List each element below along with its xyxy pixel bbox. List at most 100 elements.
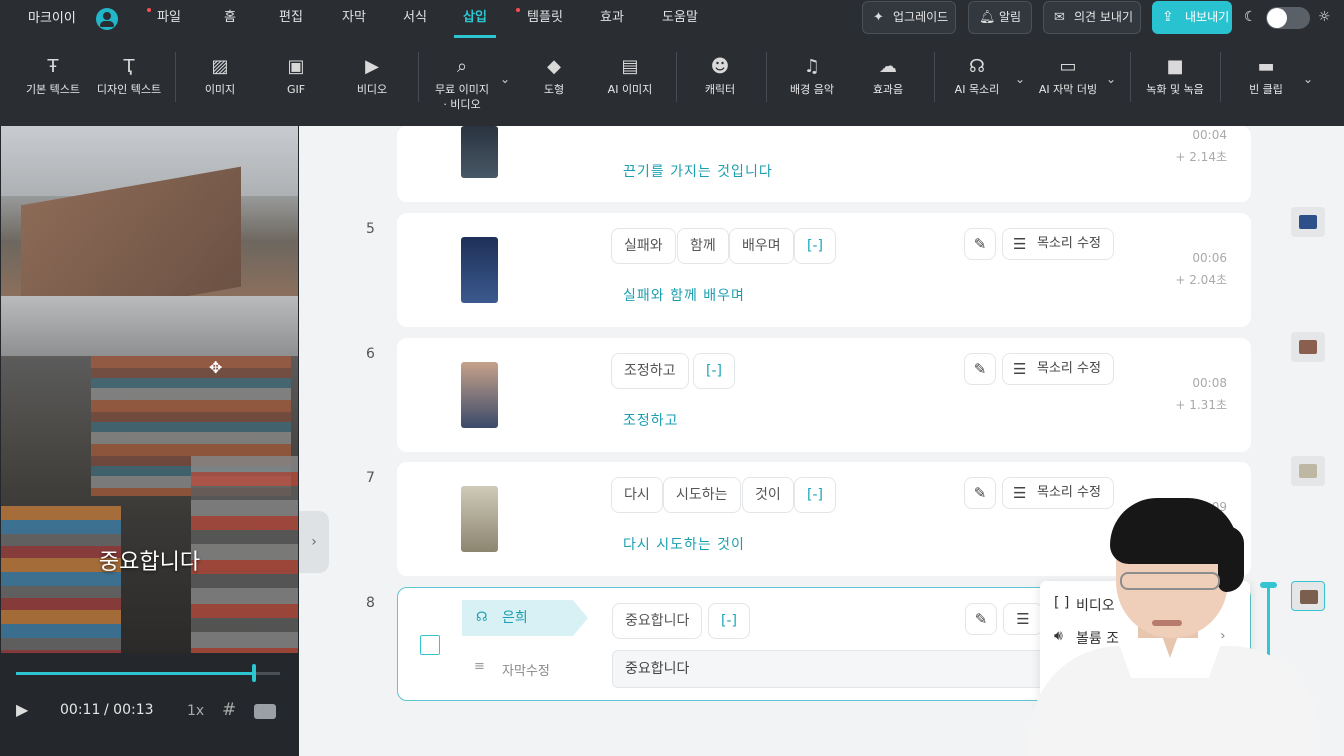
playback-progress[interactable]: [16, 664, 280, 682]
grid-icon[interactable]: #: [222, 700, 236, 720]
image-icon: ▨: [211, 56, 229, 77]
scene-duration: + 2.14초: [1175, 150, 1227, 164]
tool-basic-text[interactable]: Ŧ 기본 텍스트: [22, 52, 84, 118]
word-chip[interactable]: 중요합니다: [612, 603, 703, 639]
chevron-right-icon: ›: [311, 534, 317, 550]
feedback-button[interactable]: ✉ 의견 보내기: [1043, 1, 1141, 34]
word-chip[interactable]: 시도하는: [663, 477, 741, 513]
tool-record[interactable]: ■ 녹화 및 녹음: [1142, 52, 1208, 118]
menu-edit[interactable]: 편집: [274, 0, 308, 38]
menu-format[interactable]: 서식: [398, 0, 432, 38]
tool-bg-music[interactable]: ♫ 배경 음악: [784, 52, 840, 118]
scene-card[interactable]: 조정하고 [-] ✎ ☰ 목소리 수정 조정하고 00:08 + 1.31초: [397, 338, 1251, 452]
speed-button[interactable]: 1x: [187, 703, 204, 719]
tool-image[interactable]: ▨ 이미지: [196, 52, 244, 118]
subtitle-edit-input[interactable]: 중요합니다: [612, 650, 1072, 688]
scene-thumbnail[interactable]: [461, 126, 498, 178]
tool-ai-dubbing[interactable]: ▭ AI 자막 더빙: [1034, 52, 1102, 118]
notification-label: 알림: [999, 10, 1022, 24]
tool-blank-clip[interactable]: ▬ 빈 클립: [1240, 52, 1292, 118]
chevron-down-icon[interactable]: ⌄: [500, 72, 510, 86]
tool-sound-effect[interactable]: ☁ 효과음: [864, 52, 912, 118]
word-chip[interactable]: 실패와: [611, 228, 676, 264]
theme-toggle[interactable]: [1266, 7, 1310, 29]
scene-thumbnail[interactable]: [461, 486, 498, 552]
scene-thumbnail[interactable]: [461, 362, 498, 428]
bell-icon: 🔔︎: [979, 10, 996, 25]
pause-chip[interactable]: [-]: [794, 228, 836, 264]
voice-edit-button[interactable]: ☰ 목소리 수정: [1002, 228, 1114, 260]
export-button[interactable]: ⇪ 내보내기: [1152, 1, 1232, 34]
sliders-icon: ☰: [1013, 360, 1027, 378]
menu-home[interactable]: 홈: [218, 0, 242, 38]
tool-design-text[interactable]: Ҭ 디자인 텍스트: [94, 52, 164, 118]
word-chip[interactable]: 배우며: [729, 228, 794, 264]
side-thumbnail[interactable]: [1291, 456, 1325, 486]
export-label: 내보내기: [1185, 10, 1230, 24]
tool-character[interactable]: ☻ 캐릭터: [696, 52, 744, 118]
notification-button[interactable]: 🔔︎ 알림: [968, 1, 1032, 34]
scene-subtitle-text[interactable]: 조정하고: [623, 410, 679, 430]
tool-label: 녹화 및 녹음: [1146, 83, 1204, 96]
tool-video[interactable]: ▶ 비디오: [348, 52, 396, 118]
scene-subtitle-text[interactable]: 끈기를 가지는 것입니다: [623, 161, 773, 181]
upgrade-button[interactable]: ✦ 업그레이드: [862, 1, 956, 34]
scene-subtitle-text[interactable]: 실패와 함께 배우며: [623, 285, 745, 305]
play-icon[interactable]: ▶: [16, 700, 28, 719]
collapse-preview-button[interactable]: ›: [299, 511, 329, 573]
scene-subtitle-text[interactable]: 다시 시도하는 것이: [623, 534, 745, 554]
tool-ai-image[interactable]: ▤ AI 이미지: [600, 52, 660, 118]
pencil-icon: ✎: [973, 484, 987, 502]
scene-number: 5: [366, 221, 375, 237]
tool-shape[interactable]: ◆ 도형: [530, 52, 578, 118]
scene-duration: + 1.31초: [1175, 398, 1227, 412]
pause-chip[interactable]: [-]: [693, 353, 735, 389]
tool-label: AI 목소리: [954, 83, 1000, 96]
scene-thumbnail[interactable]: [461, 237, 498, 303]
word-chip[interactable]: 조정하고: [611, 353, 689, 389]
chevron-down-icon[interactable]: ⌄: [1303, 72, 1313, 86]
pencil-icon: ✎: [973, 235, 987, 253]
side-thumbnail-image: [1299, 340, 1317, 354]
tool-label: 빈 클립: [1249, 83, 1283, 96]
menu-insert[interactable]: 삽입: [454, 0, 496, 38]
word-chip[interactable]: 것이: [742, 477, 794, 513]
tool-gif[interactable]: ▣ GIF: [272, 52, 320, 118]
shape-icon: ◆: [547, 56, 561, 77]
caption-icon[interactable]: [254, 704, 276, 719]
edit-pencil-button[interactable]: ✎: [964, 228, 996, 260]
chevron-down-icon[interactable]: ⌄: [1106, 72, 1116, 86]
ai-image-icon: ▤: [621, 56, 639, 77]
edit-pencil-button[interactable]: ✎: [965, 603, 997, 635]
menu-file[interactable]: 파일: [151, 0, 187, 38]
menu-subtitle[interactable]: 자막: [337, 0, 371, 38]
scene-card[interactable]: 끈기를 가지는 것입니다 00:04 + 2.14초: [397, 126, 1251, 202]
pause-chip[interactable]: [-]: [794, 477, 836, 513]
menu-effects[interactable]: 효과: [595, 0, 629, 38]
scene-checkbox[interactable]: [420, 635, 440, 655]
move-cursor-icon: ✥: [209, 358, 223, 377]
edit-pencil-button[interactable]: ✎: [964, 477, 996, 509]
pause-chip[interactable]: [-]: [708, 603, 750, 639]
presenter-mouth: [1152, 620, 1182, 626]
menu-template[interactable]: 템플릿: [522, 0, 568, 38]
subtitle-edit-label[interactable]: ≡ 자막수정: [474, 659, 550, 679]
edit-pencil-button[interactable]: ✎: [964, 353, 996, 385]
video-preview[interactable]: ✥ 중요합니다: [1, 126, 298, 653]
tool-label: AI 자막 더빙: [1038, 83, 1098, 96]
account-icon[interactable]: [96, 8, 118, 30]
chevron-down-icon[interactable]: ⌄: [1015, 72, 1025, 86]
tool-free-media[interactable]: ⌕ 무료 이미지 · 비디오: [430, 52, 494, 118]
progress-handle[interactable]: [251, 664, 256, 682]
word-chip[interactable]: 다시: [611, 477, 663, 513]
voice-edit-button[interactable]: ☰ 목소리 수정: [1002, 353, 1114, 385]
side-thumbnail[interactable]: [1291, 207, 1325, 237]
side-thumbnail[interactable]: [1291, 332, 1325, 362]
gif-icon: ▣: [287, 56, 305, 77]
word-chip[interactable]: 함께: [677, 228, 729, 264]
tool-ai-voice[interactable]: ☊ AI 목소리: [946, 52, 1008, 118]
menu-help[interactable]: 도움말: [657, 0, 703, 38]
design-text-icon: Ҭ: [123, 56, 135, 77]
scene-card[interactable]: 실패와 함께 배우며 [-] ✎ ☰ 목소리 수정 실패와 함께 배우며 00:…: [397, 213, 1251, 327]
speaker-tag[interactable]: ☊ 은희: [462, 600, 588, 636]
